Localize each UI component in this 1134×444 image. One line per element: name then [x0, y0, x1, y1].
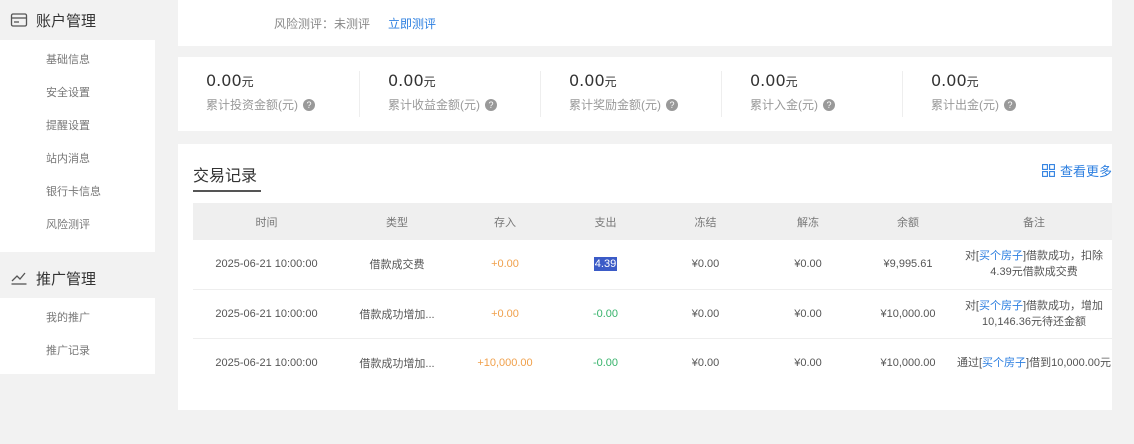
table-header-row: 时间 类型 存入 支出 冻结 解冻 余额 备注	[193, 203, 1112, 240]
stat-value: 0.00	[206, 71, 242, 90]
note-prefix: 通过[	[956, 356, 983, 369]
col-note: 备注	[1023, 216, 1045, 229]
sidebar-group-label: 推广管理	[36, 270, 97, 288]
stat-label: 累计收益金额(元)	[388, 98, 480, 112]
assess-now-link[interactable]: 立即测评	[388, 15, 436, 32]
col-unfrozen: 解冻	[797, 216, 819, 229]
cell-unfrozen: ¥0.00	[794, 356, 822, 369]
sidebar-item-promotion-records[interactable]: 推广记录	[0, 335, 155, 368]
sidebar-group-account: 账户管理 基础信息 安全设置 提醒设置 站内消息 银行卡信息 风险测评	[0, 0, 155, 252]
cell-type: 借款成功增加...	[340, 289, 454, 339]
stat-label: 累计投资金额(元)	[206, 98, 298, 112]
view-more-link[interactable]: 查看更多	[1042, 161, 1112, 180]
table-row: 2025-06-21 10:00:00 借款成功增加... +10,000.00…	[193, 338, 1112, 387]
stat-total-withdrawal: 0.00元 累计出金(元)?	[902, 71, 1083, 117]
trend-chart-icon	[10, 269, 28, 287]
sidebar-item-messages[interactable]: 站内消息	[0, 143, 155, 176]
cell-frozen: ¥0.00	[655, 240, 756, 290]
note-suffix: ]借到10,000.00元	[1026, 356, 1112, 369]
note-prefix: 对[	[964, 299, 979, 312]
sidebar-item-bank-card[interactable]: 银行卡信息	[0, 176, 155, 209]
stat-value: 0.00	[388, 71, 424, 90]
help-icon[interactable]: ?	[303, 98, 315, 111]
cell-balance: ¥10,000.00	[860, 289, 956, 339]
cell-time: 2025-06-21 10:00:00	[193, 240, 340, 290]
cell-balance: ¥10,000.00	[880, 356, 936, 369]
col-time: 时间	[255, 216, 278, 229]
sidebar-list: 我的推广 推广记录	[0, 298, 155, 374]
cell-deposit: +10,000.00	[477, 356, 533, 369]
grid-icon	[1042, 164, 1055, 177]
help-icon[interactable]: ?	[666, 98, 678, 111]
project-link[interactable]: 买个房子	[979, 250, 1023, 262]
sidebar-group-title[interactable]: 账户管理	[0, 0, 155, 40]
stat-value: 0.00	[750, 71, 786, 90]
cell-note: 对[买个房子]借款成功，增加10,146.36元待还金额	[956, 289, 1112, 339]
cell-deposit: +0.00	[454, 240, 556, 290]
col-frozen: 冻结	[694, 216, 717, 229]
note-prefix: 对[	[964, 250, 979, 263]
cell-expense: -0.00	[556, 289, 655, 339]
risk-assessment-card: 风险测评：未测评 立即测评	[178, 0, 1112, 46]
col-balance: 余额	[897, 216, 919, 229]
sidebar: 账户管理 基础信息 安全设置 提醒设置 站内消息 银行卡信息 风险测评 推广管理…	[0, 0, 155, 374]
stat-label: 累计出金(元)	[931, 98, 999, 112]
cell-unfrozen: ¥0.00	[756, 240, 860, 290]
sidebar-item-reminders[interactable]: 提醒设置	[0, 110, 155, 143]
cell-note: 对[买个房子]借款成功，扣除4.39元借款成交费	[956, 240, 1112, 290]
cell-time: 2025-06-21 10:00:00	[193, 289, 340, 339]
transactions-title: 交易记录	[193, 168, 258, 185]
sidebar-item-risk-assessment[interactable]: 风险测评	[0, 209, 155, 242]
cell-balance: ¥9,995.61	[860, 240, 956, 290]
col-deposit: 存入	[494, 216, 516, 229]
cell-frozen: ¥0.00	[691, 356, 720, 369]
account-card-icon	[10, 11, 28, 29]
title-underline	[193, 190, 261, 192]
sidebar-group-title[interactable]: 推广管理	[0, 258, 155, 298]
sidebar-item-basic-info[interactable]: 基础信息	[0, 44, 155, 77]
risk-status-text: 风险测评：未测评	[274, 16, 371, 31]
cell-deposit: +0.00	[454, 289, 556, 339]
stat-total-deposit: 0.00元 累计入金(元)?	[721, 71, 902, 117]
stat-total-rewards: 0.00元 累计奖励金额(元)?	[540, 71, 721, 117]
stat-total-investment: 0.00元 累计投资金额(元)?	[178, 71, 359, 117]
cell-unfrozen: ¥0.00	[756, 289, 860, 339]
help-icon[interactable]: ?	[485, 98, 497, 111]
col-type: 类型	[386, 216, 408, 229]
cell-type: 借款成交费	[340, 240, 454, 290]
stat-unit: 元	[241, 75, 254, 89]
stats-card: 0.00元 累计投资金额(元)? 0.00元 累计收益金额(元)? 0.00元 …	[178, 57, 1112, 131]
stat-label: 累计奖励金额(元)	[569, 98, 661, 112]
sidebar-group-promotion: 推广管理 我的推广 推广记录	[0, 258, 155, 374]
project-link[interactable]: 买个房子	[982, 357, 1026, 369]
table-row: 2025-06-21 10:00:00 借款成功增加... +0.00 -0.0…	[193, 289, 1112, 339]
view-more-label: 查看更多	[1059, 164, 1112, 179]
stat-value: 0.00	[931, 71, 967, 90]
sidebar-list: 基础信息 安全设置 提醒设置 站内消息 银行卡信息 风险测评	[0, 40, 155, 252]
help-icon[interactable]: ?	[823, 98, 835, 111]
cell-frozen: ¥0.00	[655, 289, 756, 339]
project-link[interactable]: 买个房子	[979, 300, 1023, 312]
table-row: 2025-06-21 10:00:00 借款成交费 +0.00 4.39 ¥0.…	[193, 240, 1112, 290]
stat-unit: 元	[604, 75, 617, 89]
cell-note: 通过[买个房子]借到10,000.00元	[956, 338, 1112, 387]
stat-unit: 元	[966, 75, 979, 89]
col-expense: 支出	[594, 216, 617, 229]
sidebar-group-label: 账户管理	[36, 12, 97, 30]
stat-unit: 元	[423, 75, 436, 89]
stat-unit: 元	[785, 75, 798, 89]
help-icon[interactable]: ?	[1004, 98, 1016, 111]
cell-expense: -0.00	[592, 356, 619, 369]
stat-total-earnings: 0.00元 累计收益金额(元)?	[359, 71, 540, 117]
cell-type: 借款成功增加...	[359, 357, 435, 370]
transactions-table: 时间 类型 存入 支出 冻结 解冻 余额 备注 2025-06-21 10:00…	[193, 203, 1112, 387]
cell-time: 2025-06-21 10:00:00	[215, 356, 318, 369]
cell-expense: 4.39	[556, 240, 655, 290]
selected-text[interactable]: 4.39	[593, 257, 618, 272]
sidebar-item-security[interactable]: 安全设置	[0, 77, 155, 110]
transactions-card: 交易记录 查看更多 时间 类型 存入 支出 冻结 解冻 余额 备注 2025-0…	[178, 144, 1112, 410]
stat-label: 累计入金(元)	[750, 98, 818, 112]
sidebar-item-my-promotion[interactable]: 我的推广	[0, 302, 155, 335]
stat-value: 0.00	[569, 71, 605, 90]
